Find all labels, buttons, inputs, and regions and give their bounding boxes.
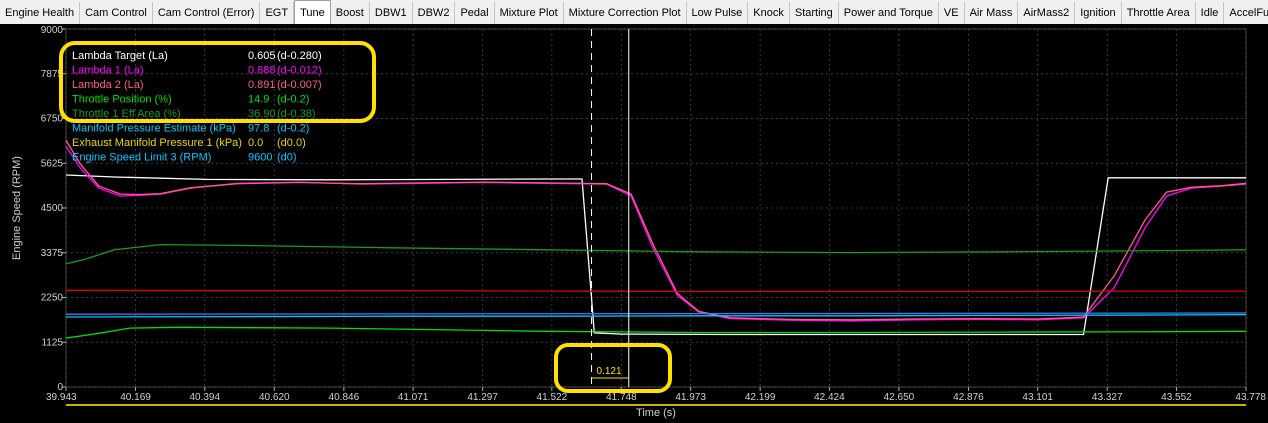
engine-speed-chart[interactable]: 0.121 011252250337545005625675078759000 … bbox=[0, 24, 1268, 423]
y-tick-label: 2250 bbox=[41, 293, 64, 304]
tab-low-pulse[interactable]: Low Pulse bbox=[687, 2, 749, 24]
tab-engine-health[interactable]: Engine Health bbox=[0, 2, 81, 24]
tab-mixture-plot[interactable]: Mixture Plot bbox=[495, 2, 564, 24]
legend-delta: (d-0.012) bbox=[277, 65, 322, 77]
legend-label: Manifold Pressure Estimate (kPa) bbox=[72, 123, 236, 135]
tab-egt[interactable]: EGT bbox=[260, 2, 295, 24]
tab-pedal[interactable]: Pedal bbox=[455, 2, 495, 24]
x-tick-label: 40.846 bbox=[329, 392, 360, 403]
x-tick-label: 40.169 bbox=[120, 392, 151, 403]
legend-label: Throttle 1 Eff Area (%) bbox=[72, 108, 181, 120]
x-tick-label: 43.327 bbox=[1092, 392, 1123, 403]
tab-cam-control[interactable]: Cam Control bbox=[80, 2, 153, 24]
legend-delta: (d-0.007) bbox=[277, 79, 322, 91]
y-tick-label: 3375 bbox=[41, 248, 64, 259]
x-tick-label: 41.071 bbox=[398, 392, 429, 403]
legend-delta: (d-0.38) bbox=[277, 108, 316, 120]
x-tick-label: 43.552 bbox=[1161, 392, 1192, 403]
tab-tune[interactable]: Tune bbox=[294, 0, 331, 24]
tab-knock[interactable]: Knock bbox=[748, 2, 790, 24]
tab-starting[interactable]: Starting bbox=[790, 2, 839, 24]
legend-value: 97.8 bbox=[248, 123, 269, 135]
tab-boost[interactable]: Boost bbox=[331, 2, 370, 24]
x-tick-label: 43.778 bbox=[1235, 392, 1266, 403]
legend-value: 9600 bbox=[248, 152, 272, 164]
legend-value: 0.888 bbox=[248, 65, 276, 77]
tab-cam-control-error[interactable]: Cam Control (Error) bbox=[153, 2, 261, 24]
legend-label: Engine Speed Limit 3 (RPM) bbox=[72, 152, 211, 164]
y-tick-label: 5625 bbox=[41, 158, 64, 169]
x-tick-label: 41.748 bbox=[606, 392, 637, 403]
y-tick-label: 1125 bbox=[41, 337, 63, 348]
tab-idle[interactable]: Idle bbox=[1196, 2, 1225, 24]
x-tick-label: 41.297 bbox=[467, 392, 498, 403]
tab-accelfuel[interactable]: AccelFuel bbox=[1224, 2, 1268, 24]
x-tick-label: 40.620 bbox=[259, 392, 290, 403]
legend-label: Exhaust Manifold Pressure 1 (kPa) bbox=[72, 137, 242, 149]
tab-airmass2[interactable]: AirMass2 bbox=[1018, 2, 1076, 24]
cursor-delta-label: 0.121 bbox=[597, 366, 622, 377]
x-tick-label: 42.650 bbox=[884, 392, 915, 403]
legend-delta: (d0.0) bbox=[277, 137, 306, 149]
x-tick-label: 40.394 bbox=[189, 392, 220, 403]
legend-label: Lambda 1 (La) bbox=[72, 65, 144, 77]
legend-delta: (d-0.2) bbox=[277, 94, 309, 106]
tab-air-mass[interactable]: Air Mass bbox=[965, 2, 1019, 24]
y-tick-label: 4500 bbox=[41, 203, 64, 214]
tab-dbw2[interactable]: DBW2 bbox=[413, 2, 456, 24]
legend-value: 14.9 bbox=[248, 94, 269, 106]
legend-delta: (d-0.2) bbox=[277, 123, 309, 135]
tab-ve[interactable]: VE bbox=[939, 2, 965, 24]
legend-label: Lambda 2 (La) bbox=[72, 79, 144, 91]
legend-delta: (d0) bbox=[277, 152, 297, 164]
x-tick-label: 39.943 bbox=[46, 392, 77, 403]
tab-bar: Engine Health Cam Control Cam Control (Err… bbox=[0, 0, 1268, 25]
y-tick-label: 9000 bbox=[41, 25, 64, 36]
legend-value: 36.90 bbox=[248, 108, 276, 120]
tab-power-and-torque[interactable]: Power and Torque bbox=[839, 2, 939, 24]
legend-label: Throttle Position (%) bbox=[72, 94, 172, 106]
tab-mixture-correction-plot[interactable]: Mixture Correction Plot bbox=[564, 2, 687, 24]
x-tick-label: 41.973 bbox=[675, 392, 706, 403]
legend-value: 0.605 bbox=[248, 50, 276, 62]
x-tick-label: 42.424 bbox=[814, 392, 845, 403]
y-axis-label: Engine Speed (RPM) bbox=[11, 156, 23, 260]
legend-value: 0.891 bbox=[248, 79, 276, 91]
tab-throttle-area[interactable]: Throttle Area bbox=[1122, 2, 1196, 24]
legend-delta: (d-0.280) bbox=[277, 50, 322, 62]
x-tick-label: 43.101 bbox=[1022, 392, 1053, 403]
legend-label: Lambda Target (La) bbox=[72, 50, 168, 62]
tab-dbw1[interactable]: DBW1 bbox=[370, 2, 413, 24]
x-tick-label: 41.522 bbox=[537, 392, 568, 403]
x-tick-label: 42.876 bbox=[953, 392, 984, 403]
x-tick-label: 42.199 bbox=[745, 392, 776, 403]
tab-ignition[interactable]: Ignition bbox=[1075, 2, 1122, 24]
legend-value: 0.0 bbox=[248, 137, 263, 149]
x-axis-label: Time (s) bbox=[636, 407, 676, 419]
y-tick-label: 6750 bbox=[41, 114, 64, 125]
